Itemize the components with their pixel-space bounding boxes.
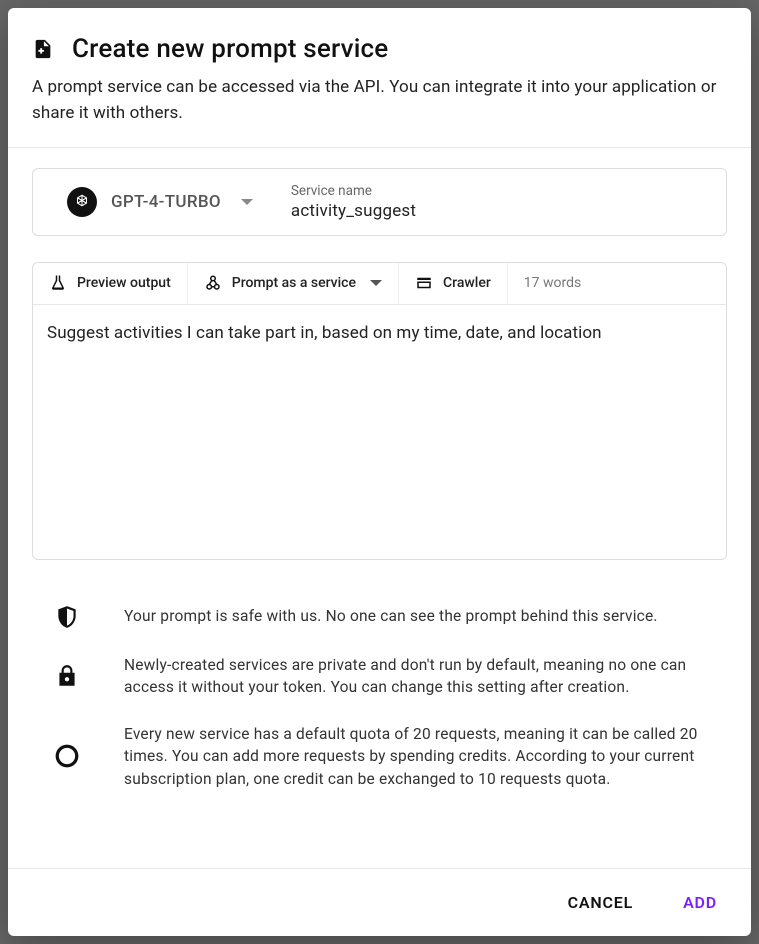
flask-icon <box>49 274 67 292</box>
config-card: GPT-4-TURBO Service name <box>32 168 727 236</box>
info-item-privacy: Your prompt is safe with us. No one can … <box>54 604 717 630</box>
web-icon <box>415 274 433 292</box>
modal-body: GPT-4-TURBO Service name Preview output <box>8 148 751 868</box>
info-text: Newly-created services are private and d… <box>124 654 717 699</box>
chevron-down-icon <box>241 199 253 205</box>
cancel-button[interactable]: CANCEL <box>560 887 641 918</box>
preview-output-label: Preview output <box>77 275 171 291</box>
editor-card: Preview output Prompt as a service Crawl… <box>32 262 727 560</box>
info-item-private: Newly-created services are private and d… <box>54 654 717 699</box>
modal-subtitle: A prompt service can be accessed via the… <box>32 74 727 127</box>
model-name: GPT-4-TURBO <box>111 192 221 212</box>
word-count-text: 17 words <box>524 275 581 291</box>
modal-title: Create new prompt service <box>72 34 388 64</box>
title-row: Create new prompt service <box>32 34 727 64</box>
add-button[interactable]: ADD <box>675 887 725 918</box>
webhook-icon <box>204 274 222 292</box>
chevron-down-icon <box>370 280 382 286</box>
crawler-label: Crawler <box>443 275 491 291</box>
info-list: Your prompt is safe with us. No one can … <box>32 604 727 800</box>
editor-toolbar: Preview output Prompt as a service Crawl… <box>33 263 726 305</box>
service-name-field: Service name <box>281 183 726 221</box>
service-name-input[interactable] <box>291 201 702 221</box>
modal-footer: CANCEL ADD <box>8 868 751 936</box>
prompt-as-service-button[interactable]: Prompt as a service <box>188 263 399 304</box>
prompt-textarea[interactable] <box>33 305 726 555</box>
info-item-quota: Every new service has a default quota of… <box>54 723 717 790</box>
info-text: Your prompt is safe with us. No one can … <box>124 605 658 627</box>
quota-icon <box>54 743 80 769</box>
model-select[interactable]: GPT-4-TURBO <box>33 187 281 217</box>
preview-output-button[interactable]: Preview output <box>33 263 188 304</box>
word-count: 17 words <box>508 263 597 304</box>
openai-icon <box>67 187 97 217</box>
crawler-button[interactable]: Crawler <box>399 263 508 304</box>
note-add-icon <box>32 38 54 60</box>
prompt-as-service-label: Prompt as a service <box>232 275 356 291</box>
modal-header: Create new prompt service A prompt servi… <box>8 8 751 148</box>
service-name-label: Service name <box>291 183 702 199</box>
shield-icon <box>54 604 80 630</box>
lock-icon <box>54 663 80 689</box>
info-text: Every new service has a default quota of… <box>124 723 717 790</box>
create-prompt-service-modal: Create new prompt service A prompt servi… <box>8 8 751 936</box>
